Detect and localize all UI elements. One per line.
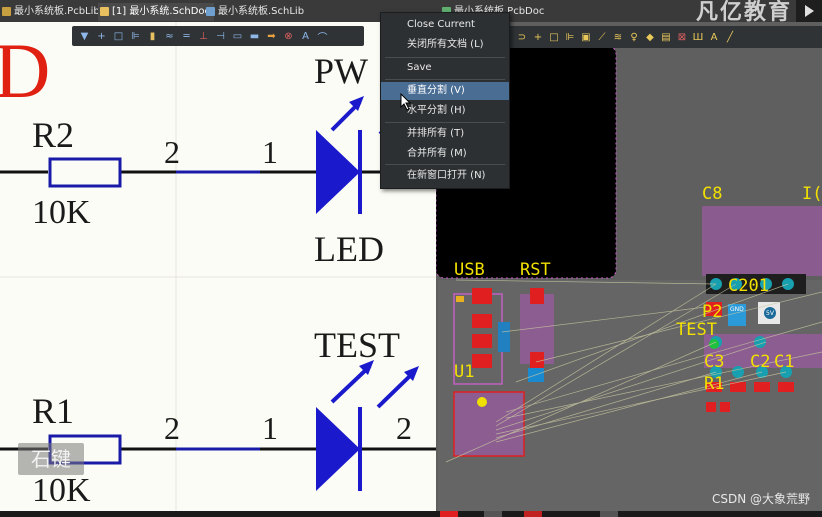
c201-silkscreen: C201 (728, 276, 769, 296)
r1-silkscreen: R1 (704, 374, 725, 394)
u1-silkscreen: U1 (454, 362, 475, 382)
align-icon[interactable]: ⊫ (127, 28, 144, 44)
layer-tab-bar (0, 511, 822, 517)
play-icon (796, 0, 822, 22)
bus-icon[interactable]: ═ (178, 28, 195, 44)
c8-silkscreen: C8 (702, 184, 723, 204)
layer-tab[interactable] (524, 511, 542, 517)
fill-icon[interactable]: ▤ (658, 29, 674, 45)
line-icon[interactable]: ╱ (722, 29, 738, 45)
led-bottom-designator: TEST (314, 325, 400, 365)
no-erc-icon[interactable]: ⊗ (280, 28, 297, 44)
c2-silkscreen: C2 (750, 352, 771, 372)
port-icon[interactable]: ▭ (229, 28, 246, 44)
tab-pcblib[interactable]: 最小系统板.PcbLib (0, 3, 100, 21)
dimension-icon[interactable]: Ш (690, 29, 706, 45)
usb-silkscreen: USB (454, 260, 485, 280)
crosshair-icon[interactable]: + (93, 28, 110, 44)
select-rect-icon[interactable]: □ (546, 29, 562, 45)
pin-number: 1 (262, 410, 278, 446)
component-icon[interactable]: ▣ (578, 29, 594, 45)
sheet-icon[interactable]: ▬ (246, 28, 263, 44)
menu-separator (385, 57, 505, 58)
menu-separator (385, 164, 505, 165)
menu-merge-all[interactable]: 合并所有 (M) (381, 145, 509, 163)
c3-silkscreen: C3 (704, 352, 725, 372)
layer-tab[interactable] (484, 511, 502, 517)
select-rect-icon[interactable]: □ (110, 28, 127, 44)
p2-silkscreen: P2 (702, 302, 723, 322)
directive-icon[interactable]: ➡ (263, 28, 280, 44)
text-icon[interactable]: A (297, 28, 314, 44)
led-top-designator: PW (314, 51, 368, 91)
ic-silkscreen: I( (802, 184, 822, 204)
menu-close-current[interactable]: Close Current (381, 16, 509, 34)
schlib-icon (206, 7, 215, 16)
pcblib-icon (2, 7, 11, 16)
filter-icon[interactable]: ▼ (76, 28, 93, 44)
mouse-cursor-icon (400, 93, 412, 111)
key-watermark: 石键 (18, 443, 84, 475)
r1-designator: R1 (32, 391, 75, 431)
pin-number: 2 (164, 410, 180, 446)
tab-label: 最小系统板.PcbLib (14, 6, 100, 17)
layer-tab[interactable] (600, 511, 618, 517)
wire-icon[interactable]: ≈ (161, 28, 178, 44)
tab-schlib[interactable]: 最小系统板.SchLib (204, 3, 304, 21)
watermark-credit: CSDN @大象荒野 (711, 492, 810, 506)
tab-label: [1] 最小系统.SchDoc (112, 6, 211, 17)
rst-silkscreen: RST (520, 260, 551, 280)
menu-save[interactable]: Save (381, 59, 509, 77)
tab-label: 最小系统板.SchLib (218, 6, 305, 17)
schdoc-icon (100, 7, 109, 16)
menu-tile-all[interactable]: 并排所有 (T) (381, 125, 509, 143)
diff-pair-icon[interactable]: ≋ (610, 29, 626, 45)
menu-separator (385, 122, 505, 123)
c1-silkscreen: C1 (774, 352, 795, 372)
menu-separator (385, 79, 505, 80)
pin-number: 2 (396, 410, 412, 446)
pad-net-label: 5V (766, 310, 774, 317)
net-label-icon[interactable]: ⊣ (212, 28, 229, 44)
interactive-route-icon[interactable]: ⟋ (594, 29, 610, 45)
tab-schdoc[interactable]: [1] 最小系统.SchDoc (98, 3, 214, 21)
led-top-value: LED (314, 229, 384, 269)
tune-icon[interactable]: ♀ (626, 29, 642, 45)
pad-net-label: GND (730, 306, 744, 313)
schematic-active-bar: ▼ + □ ⊫ ▮ ≈ ═ ⊥ ⊣ ▭ ▬ ➡ ⊗ A ⌒ (72, 26, 364, 46)
crosshair-icon[interactable]: + (530, 29, 546, 45)
pad-icon[interactable]: ◆ (642, 29, 658, 45)
schematic-editor[interactable]: D R2 10K 2 1 PW LED TEST R1 10K 2 1 2 石键… (0, 22, 436, 514)
pcb-active-bar: ▼ ⊃ + □ ⊫ ▣ ⟋ ≋ ♀ ◆ ▤ ⊠ Ш A ╱ (496, 26, 822, 48)
route-icon[interactable]: ⊃ (514, 29, 530, 45)
r2-designator: R2 (32, 115, 75, 155)
polygon-icon[interactable]: ⊠ (674, 29, 690, 45)
layer-tab[interactable] (440, 511, 458, 517)
pin-number: 2 (164, 134, 180, 170)
schematic-partial-letter: D (0, 27, 51, 114)
pin-number: 1 (262, 134, 278, 170)
r2-value: 10K (32, 194, 91, 231)
menu-open-new-window[interactable]: 在新窗口打开 (N) (381, 167, 509, 185)
test-silkscreen: TEST (676, 320, 717, 340)
align-icon[interactable]: ⊫ (562, 29, 578, 45)
part-icon[interactable]: ▮ (144, 28, 161, 44)
menu-close-all[interactable]: 关闭所有文档 (L) (381, 36, 509, 54)
arc-icon[interactable]: ⌒ (314, 28, 331, 44)
text-icon[interactable]: A (706, 29, 722, 45)
r1-value: 10K (32, 472, 91, 509)
power-icon[interactable]: ⊥ (195, 28, 212, 44)
